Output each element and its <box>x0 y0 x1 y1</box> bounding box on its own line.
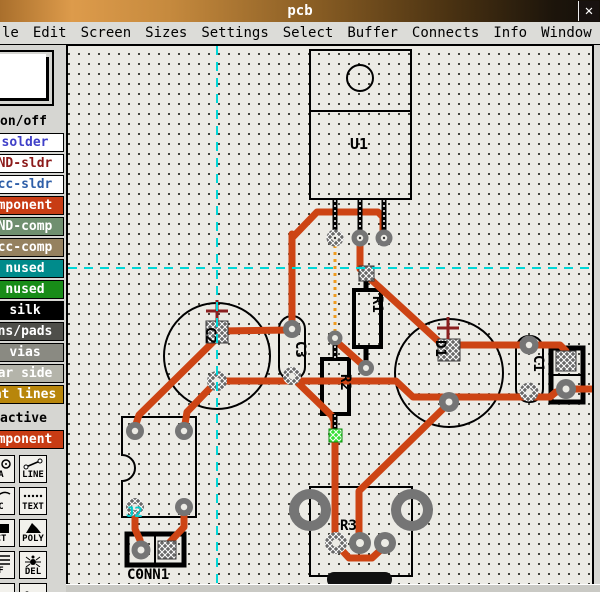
label-r3: R3 <box>340 518 357 534</box>
bug-icon <box>22 554 44 567</box>
label-c3: C3 <box>292 341 308 358</box>
close-icon[interactable]: ✕ <box>578 1 599 21</box>
menu-file[interactable]: le <box>2 25 19 41</box>
menu-sizes[interactable]: Sizes <box>145 25 187 41</box>
window-title: pcb <box>287 0 312 22</box>
layer-button-rat-lines[interactable]: at lines <box>0 385 64 404</box>
rect-icon <box>0 522 12 534</box>
layer-button-solder[interactable]: solder <box>0 133 64 152</box>
line-icon <box>22 458 44 470</box>
tool-poly[interactable]: POLY <box>19 519 47 547</box>
layer-button-unused-2[interactable]: nused <box>0 280 64 299</box>
menu-edit[interactable]: Edit <box>33 25 67 41</box>
layer-button-unused-1[interactable]: nused <box>0 259 64 278</box>
menu-connects[interactable]: Connects <box>412 25 479 41</box>
label-c1: C1 <box>530 355 546 372</box>
label-conn1: CONN1 <box>127 567 169 583</box>
layer-button-vcc-sldr[interactable]: cc-sldr <box>0 175 64 194</box>
active-layer-button[interactable]: mponent <box>0 430 64 449</box>
label-r2: R2 <box>337 374 353 391</box>
board-drawing: U1 R1 R2 C2 C3 D1 C1 CONN2 CONN1 R3 J2 <box>68 46 592 584</box>
layer-button-gnd-comp[interactable]: ND-comp <box>0 217 64 236</box>
board-preview-panner[interactable] <box>0 50 54 106</box>
label-u1: U1 <box>350 135 368 153</box>
tool-via[interactable]: A <box>0 455 15 483</box>
menu-info[interactable]: Info <box>493 25 527 41</box>
tool-rect[interactable]: CT <box>0 519 15 547</box>
text-icon <box>22 490 44 502</box>
layer-button-pins-pads[interactable]: ns/pads <box>0 322 64 341</box>
label-d1: D1 <box>432 340 448 357</box>
label-r1: R1 <box>369 296 385 313</box>
via-icon <box>0 458 12 470</box>
bottom-resize-bar <box>66 584 600 592</box>
onoff-label: on/off <box>0 114 47 129</box>
poly-icon <box>22 522 44 534</box>
tool-rot[interactable] <box>0 583 15 592</box>
buffer-icon <box>0 554 12 566</box>
component-u1[interactable] <box>310 50 411 199</box>
layer-button-vcc-comp[interactable]: cc-comp <box>0 238 64 257</box>
menu-screen[interactable]: Screen <box>81 25 132 41</box>
active-label: active <box>0 411 47 426</box>
title-bar[interactable]: pcb <box>0 0 600 23</box>
tool-del[interactable]: DEL <box>19 551 47 579</box>
layer-button-silk[interactable]: silk <box>0 301 64 320</box>
crosshair <box>68 46 592 584</box>
menu-settings[interactable]: Settings <box>201 25 268 41</box>
menu-select[interactable]: Select <box>283 25 334 41</box>
layer-button-gnd-sldr[interactable]: ND-sldr <box>0 154 64 173</box>
layer-button-stack: solder ND-sldr cc-sldr mponent ND-comp c… <box>0 133 64 406</box>
menu-bar: le Edit Screen Sizes Settings Select Buf… <box>0 22 600 45</box>
label-j2: J2 <box>126 505 143 521</box>
tool-arc[interactable]: C <box>0 487 15 515</box>
tool-buf[interactable]: F <box>0 551 15 579</box>
layer-button-component[interactable]: mponent <box>0 196 64 215</box>
menu-window[interactable]: Window <box>541 25 592 41</box>
menu-buffer[interactable]: Buffer <box>347 25 398 41</box>
tool-palette: A LINE C TEXT CT POLY F DEL <box>0 455 47 592</box>
label-c2: C2 <box>202 327 218 344</box>
arc-icon <box>0 490 12 502</box>
tool-line[interactable]: LINE <box>19 455 47 483</box>
selected-pad[interactable] <box>329 429 342 442</box>
pcb-app-window: { "window": { "title": "pcb", "close_gly… <box>0 0 600 592</box>
tool-thrm[interactable] <box>19 583 47 592</box>
layer-sidebar: on/off solder ND-sldr cc-sldr mponent ND… <box>0 45 66 592</box>
board-preview-thumbnail <box>0 54 46 98</box>
layer-button-vias[interactable]: vias <box>0 343 64 362</box>
board-canvas[interactable]: U1 R1 R2 C2 C3 D1 C1 CONN2 CONN1 R3 J2 <box>66 45 594 585</box>
tool-text[interactable]: TEXT <box>19 487 47 515</box>
layer-button-far-side[interactable]: ar side <box>0 364 64 383</box>
